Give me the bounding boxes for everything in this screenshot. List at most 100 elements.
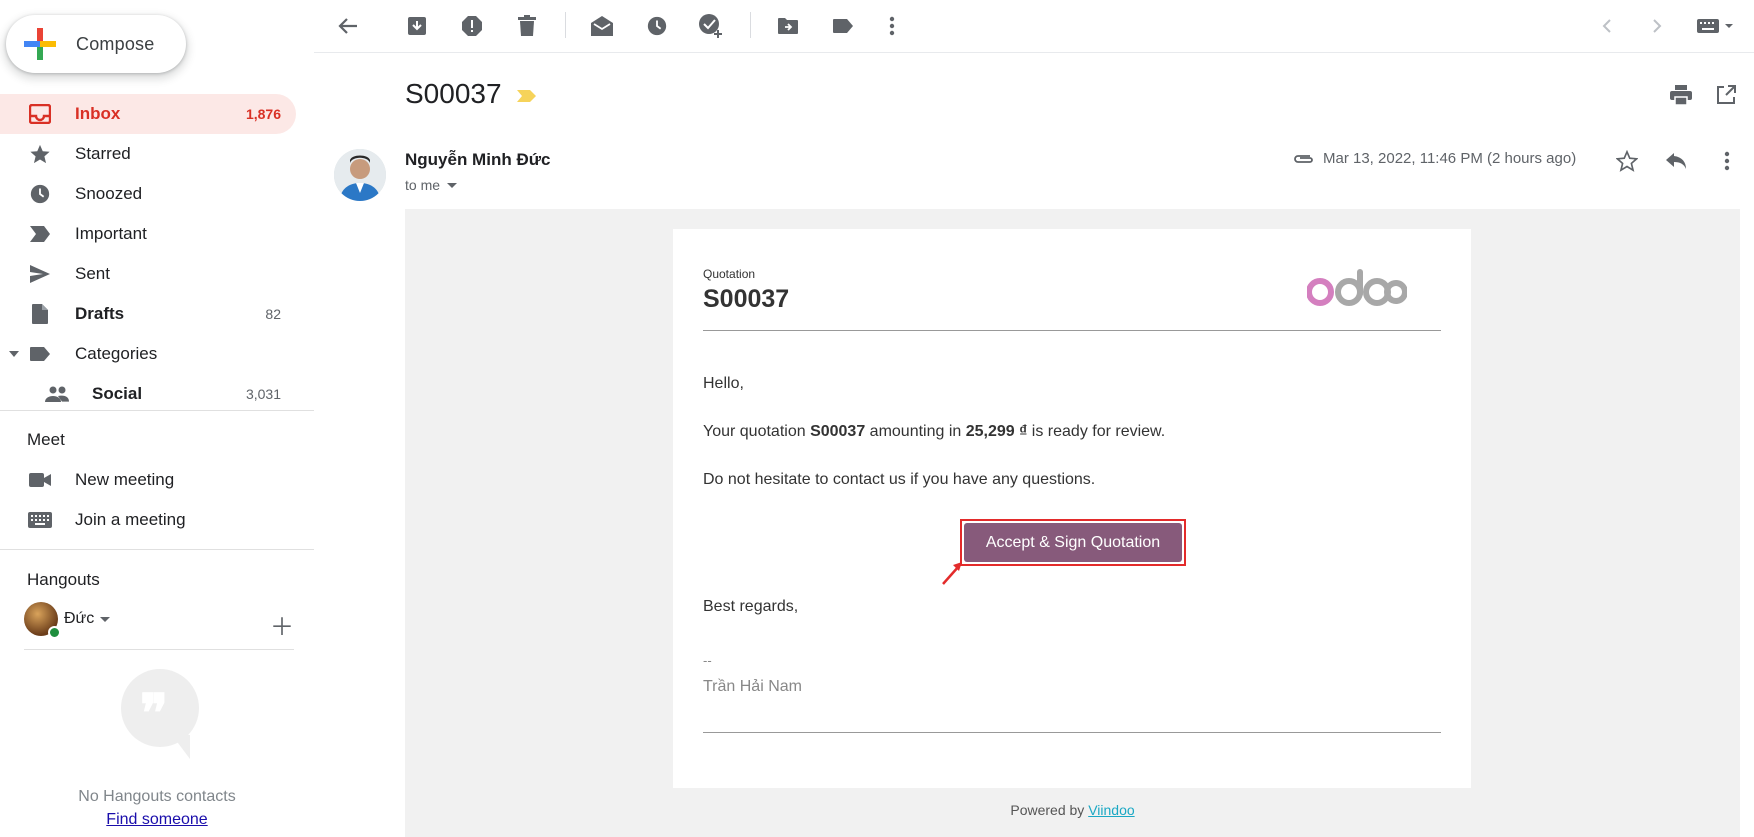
sidebar-item-label: Categories [75,344,158,363]
sender-name: Nguyễn Minh Đức [405,150,551,169]
new-meeting-label: New meeting [75,470,175,489]
report-spam-icon[interactable] [457,11,487,41]
quotation-card: Quotation S00037 Hello, Your quotation S… [673,229,1471,788]
open-new-window-icon[interactable] [1711,80,1741,110]
email-body: Quotation S00037 Hello, Your quotation S… [405,209,1740,837]
keyboard-icon[interactable] [1692,11,1742,41]
important-marker-icon[interactable] [517,89,537,103]
contact-text: Do not hesitate to contact us if you hav… [703,471,1096,488]
sidebar-item-label: Important [75,224,147,243]
people-icon [44,382,70,406]
sidebar-divider [0,549,314,550]
compose-button[interactable]: Compose [6,15,186,73]
sidebar-item-social[interactable]: Social 3,031 [0,374,296,414]
send-icon [27,262,53,286]
meet-title: Meet [27,430,65,449]
sidebar-item-important[interactable]: Important [0,214,296,254]
card-divider [703,732,1441,733]
chevron-left-icon[interactable] [1592,11,1622,41]
powered-by: Powered by Viindoo [1010,802,1135,818]
important-icon [27,222,53,246]
online-status-icon [48,626,61,639]
keyboard-icon [27,508,53,532]
quotation-number: S00037 [703,285,790,313]
more-vert-icon[interactable] [1712,146,1742,176]
delete-icon[interactable] [512,11,542,41]
find-someone-link-wrap: Find someone [0,811,314,829]
new-meeting-item[interactable]: New meeting [0,460,296,500]
sidebar-item-inbox[interactable]: Inbox 1,876 [0,94,296,134]
unread-count: 1,876 [245,106,281,122]
add-icon[interactable]: ＋ [270,607,294,642]
star-icon[interactable] [1612,146,1642,176]
add-task-icon[interactable] [696,11,726,41]
more-vert-icon[interactable] [877,11,907,41]
sidebar-nav: Inbox 1,876 Starred Snoozed Important Se… [0,94,296,414]
quotation-ref: S00037 [810,423,866,440]
draft-count: 82 [265,306,281,322]
pointer-arrow-icon [941,560,965,586]
sidebar-item-label: Starred [75,144,131,163]
bubble-tail [172,735,190,759]
sidebar-item-snoozed[interactable]: Snoozed [0,174,296,214]
sidebar-item-starred[interactable]: Starred [0,134,296,174]
chevron-down-icon[interactable] [447,182,458,188]
regards-text: Best regards, [703,598,799,615]
sidebar-divider [0,410,314,411]
attachment-icon [1292,153,1316,165]
archive-icon[interactable] [402,11,432,41]
sidebar-item-sent[interactable]: Sent [0,254,296,294]
accept-sign-quotation-button[interactable]: Accept & Sign Quotation [964,523,1182,562]
signature-name: Trần Hải Nam [703,678,802,695]
reply-icon[interactable] [1661,146,1691,176]
mark-unread-icon[interactable] [587,11,617,41]
sidebar: Compose Inbox 1,876 Starred Snoozed Impo… [0,0,314,837]
draft-icon [27,302,53,326]
label-icon[interactable] [828,11,858,41]
recipient-details[interactable]: to me [405,177,458,193]
join-meeting-label: Join a meeting [75,510,186,529]
compose-label: Compose [76,33,155,54]
print-icon[interactable] [1666,80,1696,110]
hangouts-title: Hangouts [27,570,100,589]
inbox-icon [27,102,53,126]
toolbar-separator [565,12,566,38]
move-to-icon[interactable] [773,11,803,41]
signature-separator: -- [703,653,712,668]
find-someone-link[interactable]: Find someone [106,811,207,828]
sidebar-item-categories[interactable]: Categories [0,334,296,374]
sender-avatar[interactable] [334,149,386,201]
message-date-text: Mar 13, 2022, 11:46 PM (2 hours ago) [1323,150,1577,167]
snooze-icon[interactable] [642,11,672,41]
chevron-right-icon[interactable] [1642,11,1672,41]
clock-icon [27,182,53,206]
label-icon [27,342,53,366]
hangouts-user[interactable]: Đức ＋ [24,601,294,641]
sidebar-item-label: Social [92,384,143,403]
sidebar-item-label: Inbox [75,104,121,123]
message-subject: S00037 [405,78,502,109]
sidebar-item-label: Drafts [75,304,125,323]
sidebar-item-drafts[interactable]: Drafts 82 [0,294,296,334]
recipient-label: to me [405,177,441,193]
avatar [24,602,61,639]
quotation-label: Quotation [703,267,756,281]
message-date: Mar 13, 2022, 11:46 PM (2 hours ago) [1292,150,1576,167]
greeting-text: Hello, [703,375,744,392]
sidebar-item-label: Snoozed [75,184,143,203]
sidebar-divider [24,649,294,650]
hangouts-user-name: Đức [64,610,95,627]
gmail-app: Compose Inbox 1,876 Starred Snoozed Impo… [0,0,1754,837]
chevron-down-icon[interactable] [100,616,111,622]
toolbar-separator [750,12,751,38]
video-camera-icon [27,468,53,492]
expand-caret-icon[interactable] [9,351,19,357]
no-contacts-text: No Hangouts contacts [78,788,236,805]
odoo-logo [1307,265,1407,309]
back-arrow-icon[interactable] [333,11,363,41]
star-icon [27,142,53,166]
card-divider [703,330,1441,331]
join-meeting-item[interactable]: Join a meeting [0,500,296,540]
viindoo-link[interactable]: Viindoo [1088,802,1134,818]
social-count: 3,031 [245,386,281,402]
